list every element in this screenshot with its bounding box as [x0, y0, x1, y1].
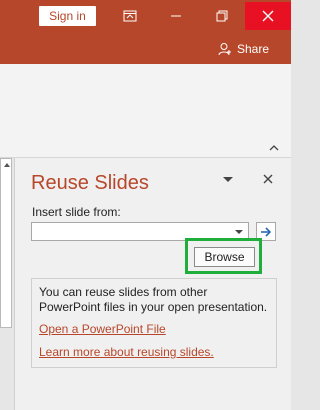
share-button[interactable]: Share [218, 39, 288, 59]
chevron-down-icon[interactable] [235, 230, 243, 234]
scroll-up-icon[interactable] [4, 163, 10, 167]
info-box: You can reuse slides from other PowerPoi… [31, 278, 277, 368]
open-powerpoint-file-link[interactable]: Open a PowerPoint File [39, 322, 166, 336]
browse-button[interactable]: Browse [194, 247, 255, 267]
ribbon-display-options-icon[interactable] [107, 2, 153, 30]
sign-in-button[interactable]: Sign in [39, 6, 96, 26]
collapse-ribbon-icon[interactable] [268, 143, 280, 153]
pane-title: Reuse Slides [31, 172, 149, 194]
pane-close-icon[interactable] [262, 173, 274, 185]
close-icon[interactable] [245, 2, 291, 30]
insert-slide-from-label: Insert slide from: [32, 205, 121, 219]
share-label: Share [237, 42, 270, 56]
ribbon-area [0, 64, 291, 158]
minimize-icon[interactable] [153, 2, 199, 30]
pane-options-dropdown-icon[interactable] [223, 177, 233, 182]
reuse-slides-pane: Reuse Slides Insert slide from: Browse Y… [14, 158, 291, 410]
restore-icon[interactable] [199, 2, 245, 30]
vertical-scrollbar[interactable] [0, 158, 12, 328]
browse-highlight: Browse [185, 238, 262, 274]
title-bar: Sign in Share [0, 0, 291, 64]
person-icon [218, 43, 231, 56]
info-text: You can reuse slides from other PowerPoi… [39, 285, 268, 314]
learn-more-link[interactable]: Learn more about reusing slides. [39, 345, 214, 359]
arrow-right-icon [261, 226, 272, 237]
